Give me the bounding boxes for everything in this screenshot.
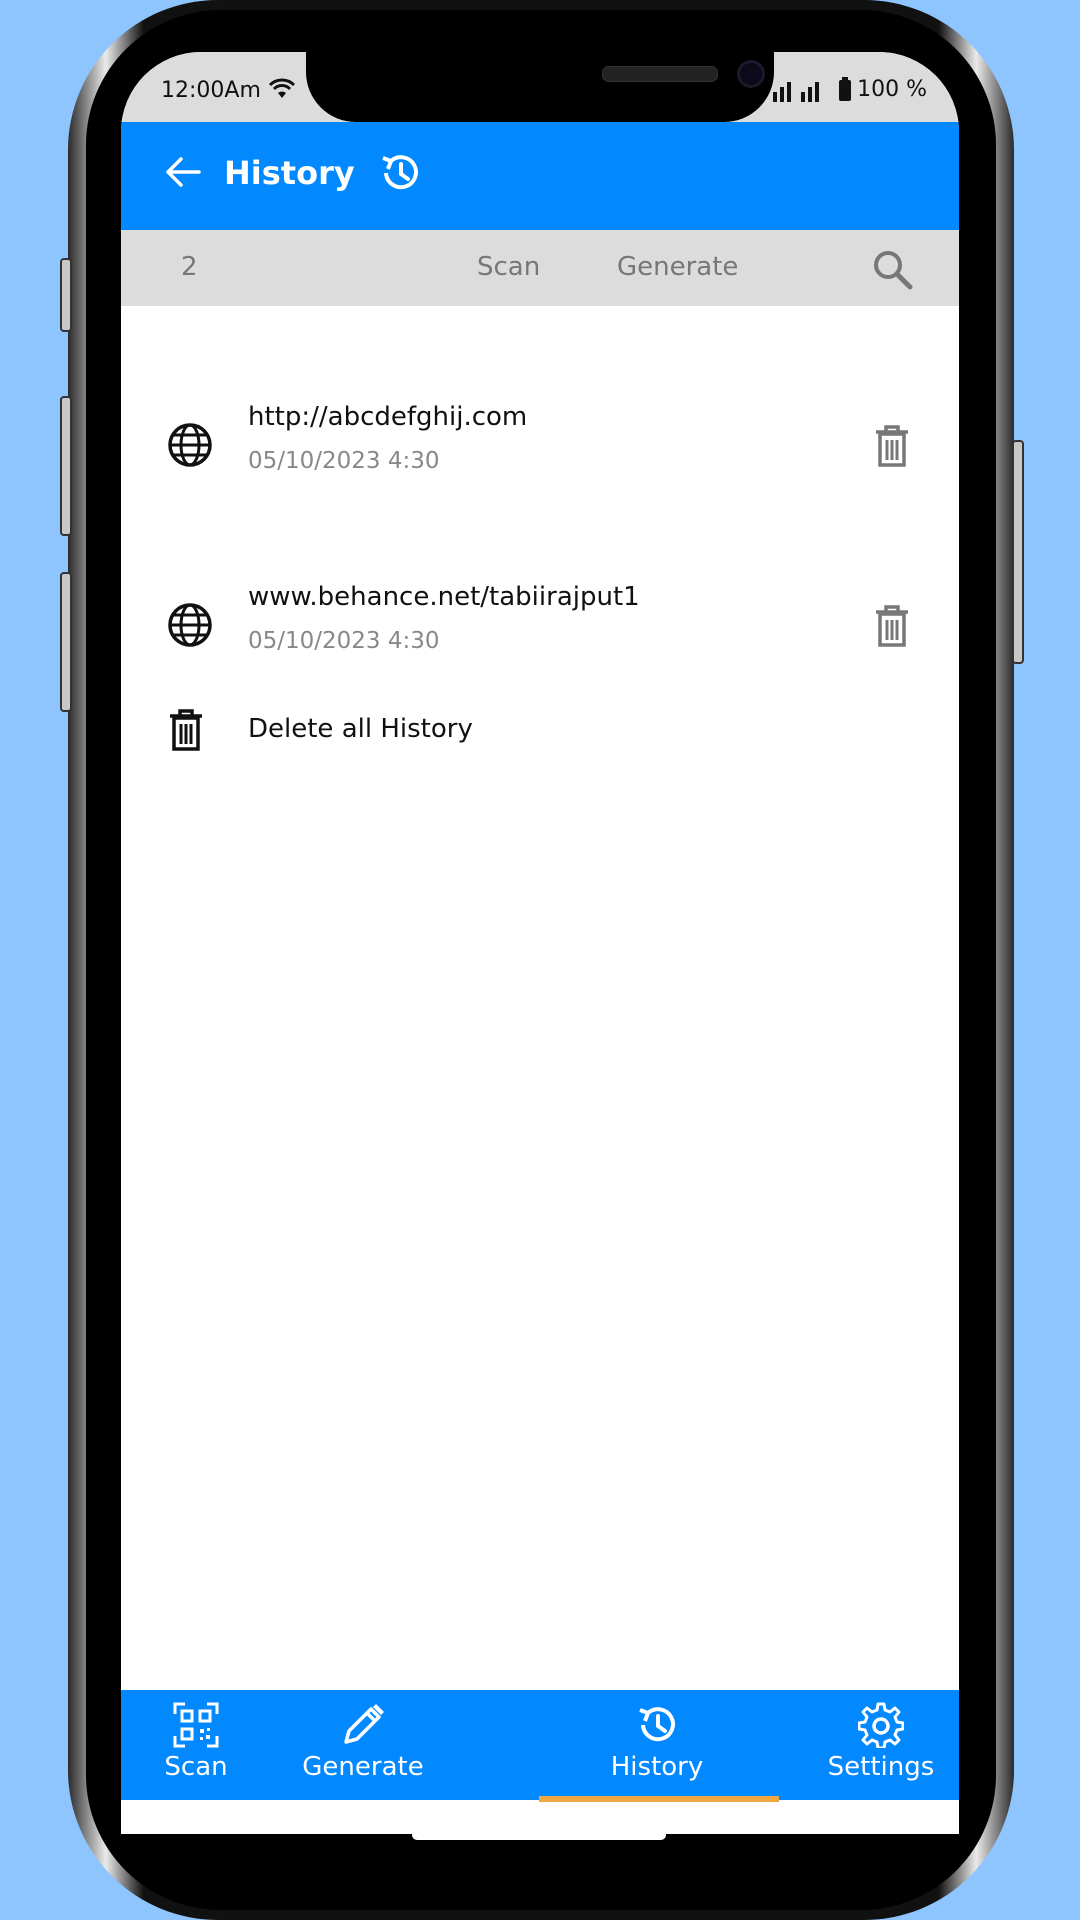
list-item[interactable]: http://abcdefghij.com 05/10/2023 4:30 [121,392,959,512]
delete-icon[interactable] [873,604,911,648]
volume-down-button [60,572,72,712]
history-url: www.behance.net/tabiirajput1 [248,582,640,612]
pencil-icon [344,1704,384,1744]
nav-history-label: History [610,1752,704,1782]
nav-generate[interactable]: Generate [293,1690,433,1800]
home-indicator[interactable] [412,1830,666,1840]
front-camera [740,63,762,85]
power-button [1012,440,1024,664]
bottom-nav: Scan Generate History Settings [121,1690,959,1800]
history-date: 05/10/2023 4:30 [248,628,440,654]
wifi-icon [267,76,297,104]
filter-generate-tab[interactable]: Generate [617,252,738,282]
history-icon [639,1707,675,1742]
notch [306,52,774,122]
globe-icon [168,603,212,647]
filter-scan-tab[interactable]: Scan [477,252,540,282]
history-url: http://abcdefghij.com [248,402,528,432]
history-count: 2 [181,252,198,282]
filter-bar: 2 Scan Generate [121,230,959,306]
nav-settings-label: Settings [827,1752,935,1782]
nav-history[interactable]: History [597,1690,717,1800]
mute-switch [60,258,72,332]
delete-all-label: Delete all History [248,714,473,744]
battery-icon [839,77,852,101]
signal-icon [773,82,820,102]
nav-scan-label: Scan [164,1752,228,1782]
history-icon [382,155,418,190]
speaker-grille [602,66,718,82]
list-item[interactable]: www.behance.net/tabiirajput1 05/10/2023 … [121,572,959,692]
globe-icon [168,423,212,467]
delete-icon[interactable] [873,424,911,468]
qr-code-icon [173,1702,219,1748]
app-screen: 12:00Am 100 % History 2 Scan Generate ht… [121,52,959,1834]
status-bar: 12:00Am 100 % [121,52,959,122]
delete-all-history-button[interactable]: Delete all History [121,692,959,772]
search-icon[interactable] [871,248,913,290]
nav-settings[interactable]: Settings [821,1690,941,1800]
status-time: 12:00Am [161,78,261,103]
app-bar: History [121,122,959,230]
gear-icon [858,1702,904,1748]
nav-scan[interactable]: Scan [141,1690,251,1800]
status-right: 100 % [771,76,927,102]
trash-icon [170,709,202,751]
page-title: History [224,154,355,192]
back-arrow-icon[interactable] [163,152,203,192]
active-tab-indicator [539,1796,779,1802]
volume-up-button [60,396,72,536]
history-date: 05/10/2023 4:30 [248,448,440,474]
nav-generate-label: Generate [302,1752,424,1782]
battery-percent: 100 % [857,76,927,102]
